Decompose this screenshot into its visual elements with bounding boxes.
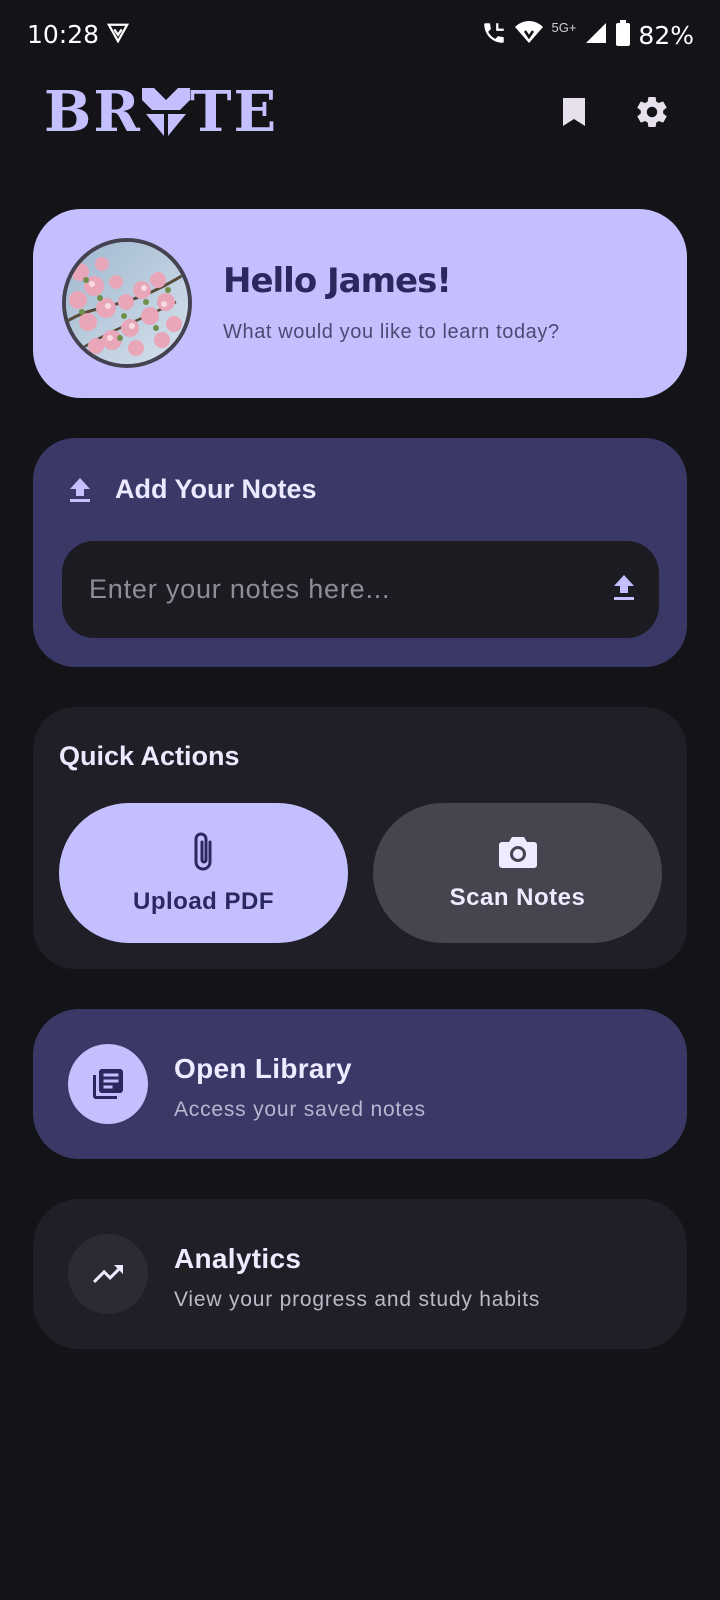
upload-icon [70, 477, 90, 502]
quick-actions-card: Quick Actions Upload PDF Scan Notes [33, 707, 687, 969]
status-time: 10:28 [27, 20, 100, 49]
settings-button[interactable] [632, 92, 672, 132]
battery-icon [616, 20, 631, 51]
submit-notes-button[interactable] [611, 573, 637, 608]
network-type: 5G+ [551, 20, 577, 35]
upload-icon [614, 575, 634, 600]
add-notes-label: Add Your Notes [115, 474, 317, 504]
camera-icon [498, 837, 537, 868]
library-books-icon [93, 1069, 123, 1099]
upload-pdf-button[interactable]: Upload PDF [59, 803, 348, 943]
battery-level: 82% [638, 21, 694, 50]
scan-notes-label: Scan Notes [449, 884, 586, 911]
quick-actions-label: Quick Actions [59, 741, 240, 771]
open-library-card[interactable]: Open Library Access your saved notes [33, 1009, 687, 1159]
greeting-subtitle: What would you like to learn today? [223, 321, 560, 343]
logo-shield-icon [140, 84, 192, 140]
wifi-icon [515, 21, 544, 50]
open-library-subtitle: Access your saved notes [174, 1098, 426, 1121]
upload-pdf-label: Upload PDF [133, 888, 274, 915]
notes-input[interactable]: Enter your notes here... [62, 541, 659, 638]
analytics-subtitle: View your progress and study habits [174, 1288, 541, 1311]
bookmark-icon [563, 98, 585, 126]
open-library-title: Open Library [174, 1053, 352, 1084]
signal-icon [584, 21, 608, 50]
add-notes-header: Add Your Notes [67, 474, 317, 505]
analytics-title: Analytics [174, 1243, 302, 1274]
notes-input-placeholder: Enter your notes here... [89, 574, 391, 604]
paperclip-icon [194, 832, 211, 871]
bookmark-button[interactable] [554, 92, 594, 132]
scan-notes-button[interactable]: Scan Notes [373, 803, 662, 943]
status-bar: 10:28 5G+ 82% [0, 0, 720, 74]
add-notes-card: Add Your Notes Enter your notes here... [33, 438, 687, 667]
app-logo: BR TE [44, 84, 278, 140]
greeting-card: Hello James! What would you like to lear… [33, 209, 687, 398]
vpn-icon [106, 22, 130, 49]
analytics-card[interactable]: Analytics View your progress and study h… [33, 1199, 687, 1349]
logo-text-right: TE [189, 79, 279, 145]
trending-up-icon [93, 1265, 123, 1283]
library-icon-badge [68, 1044, 148, 1124]
gear-icon [637, 97, 667, 128]
status-right: 5G+ 82% [481, 20, 694, 51]
call-icon [481, 20, 507, 51]
analytics-icon-badge [68, 1234, 148, 1314]
avatar[interactable] [62, 238, 192, 368]
app-header: BR TE [44, 84, 684, 144]
logo-text-left: BR [44, 79, 142, 145]
greeting-title: Hello James! [223, 261, 452, 301]
